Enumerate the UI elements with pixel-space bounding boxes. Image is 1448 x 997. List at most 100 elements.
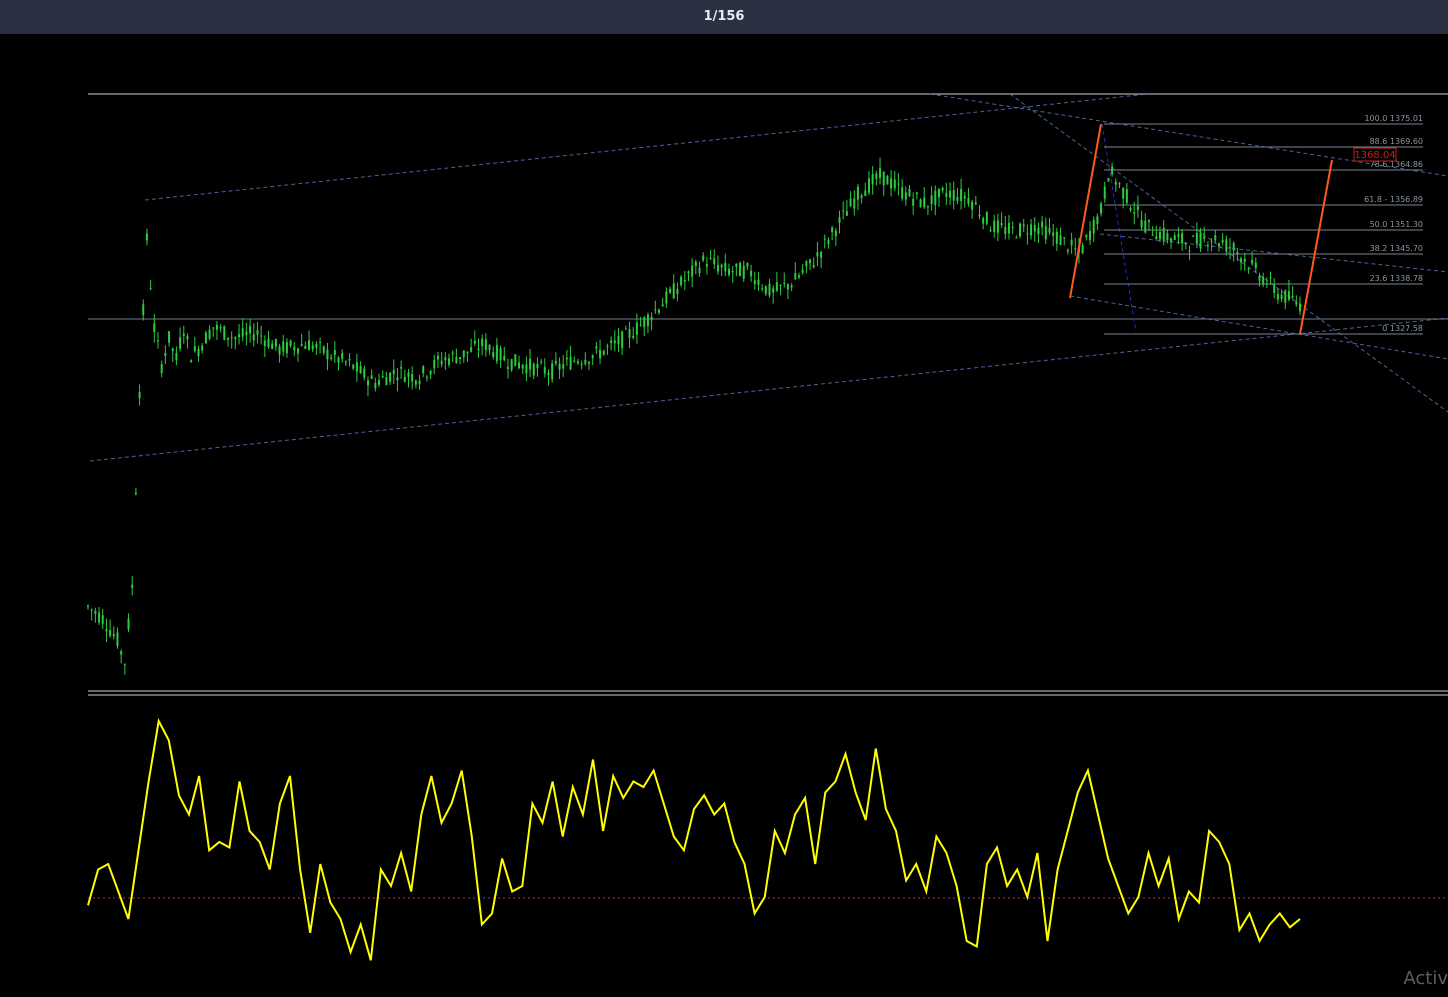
candle-body (672, 283, 675, 299)
candle-body (1243, 259, 1246, 262)
candle-body (871, 174, 874, 185)
candle-body (632, 335, 635, 338)
fib-level-label: 0 1327.58 (1382, 324, 1423, 333)
candle-body (160, 364, 163, 374)
candle-body (436, 355, 439, 360)
candle-body (186, 335, 189, 340)
candle-body (348, 359, 351, 361)
candle-body (797, 275, 800, 278)
candle-body (448, 358, 451, 365)
candle-body (1240, 258, 1243, 263)
candle-body (650, 317, 653, 321)
candle-body (521, 364, 524, 369)
candle-body (455, 357, 458, 364)
candle-body (503, 356, 506, 361)
candle-body (311, 345, 314, 350)
candle-body (683, 279, 686, 282)
candle-body (853, 198, 856, 209)
candles-group (87, 157, 1301, 675)
candle-body (860, 195, 863, 198)
candle-body (588, 361, 591, 364)
candle-body (912, 198, 915, 206)
candle-body (827, 240, 830, 244)
candle-body (499, 348, 502, 361)
candle-body (915, 192, 918, 195)
candle-body (1229, 247, 1232, 249)
candle-body (134, 492, 137, 495)
candle-body (960, 189, 963, 201)
candle-body (451, 352, 454, 355)
candle-body (834, 230, 837, 237)
candle-body (164, 352, 167, 356)
candle-body (1254, 262, 1257, 269)
candle-body (285, 342, 288, 354)
candle-body (794, 273, 797, 280)
candle-body (982, 218, 985, 224)
candle-body (1195, 232, 1198, 244)
candle-body (411, 373, 414, 382)
candle-body (274, 339, 277, 347)
candle-body (403, 376, 406, 382)
candle-body (617, 336, 620, 345)
candle-body (893, 179, 896, 189)
candle-body (444, 357, 447, 361)
candle-body (90, 609, 93, 611)
candle-body (308, 340, 311, 351)
candle-body (392, 370, 395, 375)
candle-body (901, 187, 904, 199)
candle-body (1070, 239, 1073, 246)
candle-body (1269, 277, 1272, 279)
fib-level-label: 100.0 1375.01 (1364, 114, 1423, 123)
candle-body (1217, 243, 1220, 246)
candle-body (208, 329, 211, 339)
fib-time-line (1101, 123, 1137, 333)
candle-body (1136, 205, 1139, 210)
candle-body (547, 372, 550, 376)
candle-body (459, 357, 462, 360)
candle-body (1181, 233, 1184, 244)
candle-body (731, 270, 734, 273)
candle-body (473, 340, 476, 344)
fib-level-label: 88.6 1369.60 (1370, 137, 1423, 146)
candle-body (1048, 228, 1051, 233)
candle-body (742, 265, 745, 279)
candle-body (1026, 233, 1029, 235)
candle-body (963, 196, 966, 199)
candle-body (532, 363, 535, 376)
candle-body (204, 332, 207, 344)
candle-body (484, 339, 487, 351)
candle-body (739, 262, 742, 277)
candle-body (1100, 203, 1103, 214)
candle-body (94, 610, 97, 614)
candle-body (271, 343, 274, 350)
candle-body (477, 348, 480, 351)
candle-body (783, 282, 786, 284)
candle-body (1192, 235, 1195, 237)
candle-body (352, 364, 355, 369)
candle-body (919, 199, 922, 207)
candle-body (201, 345, 204, 351)
candle-body (724, 262, 727, 272)
candle-body (713, 258, 716, 265)
candle-body (1096, 216, 1099, 225)
candle-body (385, 376, 388, 386)
channel-line-0 (144, 93, 1149, 201)
activation-watermark: Activ (1403, 968, 1448, 989)
candle-body (120, 651, 123, 655)
candle-body (890, 178, 893, 189)
candle-body (1107, 178, 1110, 182)
candle-body (1232, 243, 1235, 251)
candle-body (359, 366, 362, 374)
candle-body (1199, 232, 1202, 249)
candle-body (1059, 235, 1062, 245)
candle-body (241, 328, 244, 337)
candle-body (238, 334, 241, 337)
candle-body (293, 346, 296, 351)
candle-body (849, 198, 852, 207)
candle-body (864, 190, 867, 197)
fib-level-label: 23.6 1338.78 (1370, 274, 1423, 283)
candle-body (422, 366, 425, 374)
candle-body (407, 372, 410, 377)
candle-body (904, 192, 907, 200)
candle-body (1140, 219, 1143, 228)
